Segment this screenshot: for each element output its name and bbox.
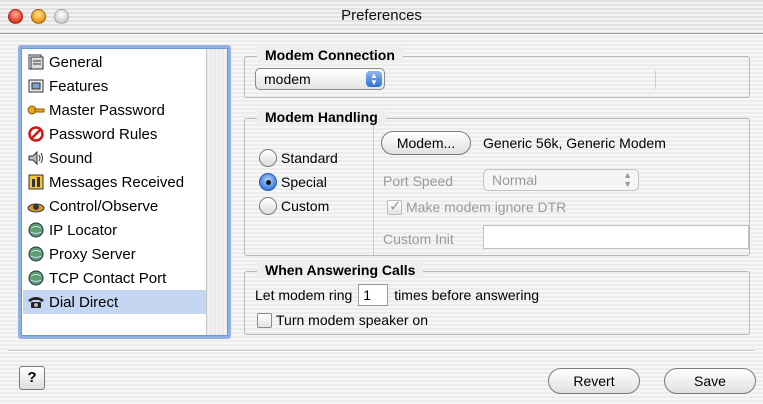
custom-init-field[interactable] bbox=[483, 225, 749, 249]
key-icon bbox=[27, 101, 45, 119]
vertical-divider bbox=[373, 125, 374, 255]
footer-divider bbox=[8, 350, 755, 352]
phone-icon bbox=[27, 293, 45, 311]
radio-label: Custom bbox=[281, 198, 330, 214]
help-button[interactable]: ? bbox=[19, 366, 45, 390]
modem-button[interactable]: Modem... bbox=[381, 131, 471, 155]
sidebar-item-label: IP Locator bbox=[49, 221, 118, 239]
sidebar-item-label: Features bbox=[49, 77, 109, 95]
answering-calls-group: When Answering Calls Let modem ring 1 ti… bbox=[244, 262, 750, 335]
save-button[interactable]: Save bbox=[664, 368, 756, 394]
sidebar-item-label: Control/Observe bbox=[49, 197, 159, 215]
globe-icon bbox=[27, 221, 45, 239]
speaker-checkbox[interactable]: Turn modem speaker on bbox=[257, 312, 428, 328]
radio-button-icon bbox=[259, 197, 277, 215]
radio-button-selected-icon bbox=[259, 173, 277, 191]
sidebar-item-messages-received[interactable]: Messages Received bbox=[23, 170, 208, 194]
sidebar-item-label: Master Password bbox=[49, 101, 165, 119]
messages-icon bbox=[27, 173, 45, 191]
radio-custom[interactable]: Custom bbox=[259, 197, 329, 215]
eye-icon bbox=[27, 197, 45, 215]
answering-calls-title: When Answering Calls bbox=[257, 262, 424, 278]
modem-connection-title: Modem Connection bbox=[257, 47, 403, 63]
sidebar-item-label: Dial Direct bbox=[49, 293, 119, 311]
ignore-dtr-label: Make modem ignore DTR bbox=[406, 199, 567, 215]
ring-prefix: Let modem ring bbox=[255, 287, 353, 303]
popup-arrows-icon: ▲ ▼ bbox=[366, 71, 382, 87]
prohibited-icon bbox=[27, 125, 45, 143]
features-icon bbox=[27, 77, 45, 95]
sidebar-item-features[interactable]: Features bbox=[23, 74, 208, 98]
sidebar-item-label: Messages Received bbox=[49, 173, 185, 191]
modem-name: Generic 56k, Generic Modem bbox=[483, 135, 666, 151]
custom-init-label: Custom Init bbox=[383, 231, 454, 247]
window-title: Preferences bbox=[341, 7, 422, 24]
sidebar-item-sound[interactable]: Sound bbox=[23, 146, 208, 170]
modem-connection-popup[interactable]: modem ▲ ▼ bbox=[255, 68, 385, 90]
sidebar-item-master-password[interactable]: Master Password bbox=[23, 98, 208, 122]
radio-standard[interactable]: Standard bbox=[259, 149, 338, 167]
sidebar-item-label: General bbox=[49, 53, 103, 71]
globe-icon bbox=[27, 269, 45, 287]
checkbox-icon bbox=[257, 312, 272, 328]
sidebar-item-control-observe[interactable]: Control/Observe bbox=[23, 194, 208, 218]
radio-special[interactable]: Special bbox=[259, 173, 327, 191]
sidebar-item-ip-locator[interactable]: IP Locator bbox=[23, 218, 208, 242]
sidebar-item-general[interactable]: General bbox=[23, 50, 208, 74]
port-speed-value: Normal bbox=[492, 172, 538, 188]
preferences-sidebar: General Features Master Password Passwor… bbox=[18, 45, 231, 339]
sidebar-item-password-rules[interactable]: Password Rules bbox=[23, 122, 208, 146]
modem-connection-value: modem bbox=[264, 71, 311, 87]
speaker-icon bbox=[27, 149, 45, 167]
separator bbox=[655, 71, 656, 89]
popup-arrows-icon: ▲ ▼ bbox=[623, 170, 632, 189]
sidebar-item-label: Password Rules bbox=[49, 125, 158, 143]
modem-handling-title: Modem Handling bbox=[257, 109, 386, 125]
globe-icon bbox=[27, 245, 45, 263]
title-bar: Preferences bbox=[0, 0, 763, 34]
sidebar-item-tcp-contact-port[interactable]: TCP Contact Port bbox=[23, 266, 208, 290]
sidebar-item-label: TCP Contact Port bbox=[49, 269, 167, 287]
general-icon bbox=[27, 53, 45, 71]
modem-handling-group: Modem Handling Standard Special Custom M… bbox=[244, 109, 750, 256]
sidebar-item-label: Proxy Server bbox=[49, 245, 136, 263]
sidebar-item-dial-direct[interactable]: Dial Direct bbox=[23, 290, 208, 314]
revert-button[interactable]: Revert bbox=[548, 368, 640, 394]
port-speed-label: Port Speed bbox=[383, 173, 454, 189]
speaker-label: Turn modem speaker on bbox=[276, 312, 428, 328]
port-speed-popup[interactable]: Normal ▲ ▼ bbox=[483, 169, 639, 191]
sidebar-scrollbar[interactable] bbox=[206, 49, 227, 335]
ignore-dtr-checkbox[interactable]: Make modem ignore DTR bbox=[387, 197, 567, 215]
modem-connection-group: Modem Connection modem ▲ ▼ bbox=[244, 47, 750, 98]
checkbox-checked-icon bbox=[387, 197, 402, 215]
radio-button-icon bbox=[259, 149, 277, 167]
ring-row: Let modem ring 1 times before answering bbox=[255, 284, 539, 306]
sidebar-item-proxy-server[interactable]: Proxy Server bbox=[23, 242, 208, 266]
sidebar-item-label: Sound bbox=[49, 149, 93, 167]
sidebar-list: General Features Master Password Passwor… bbox=[23, 50, 208, 314]
ring-count-field[interactable]: 1 bbox=[358, 284, 389, 306]
ring-suffix: times before answering bbox=[394, 287, 540, 303]
radio-label: Special bbox=[281, 174, 327, 190]
radio-label: Standard bbox=[281, 150, 338, 166]
